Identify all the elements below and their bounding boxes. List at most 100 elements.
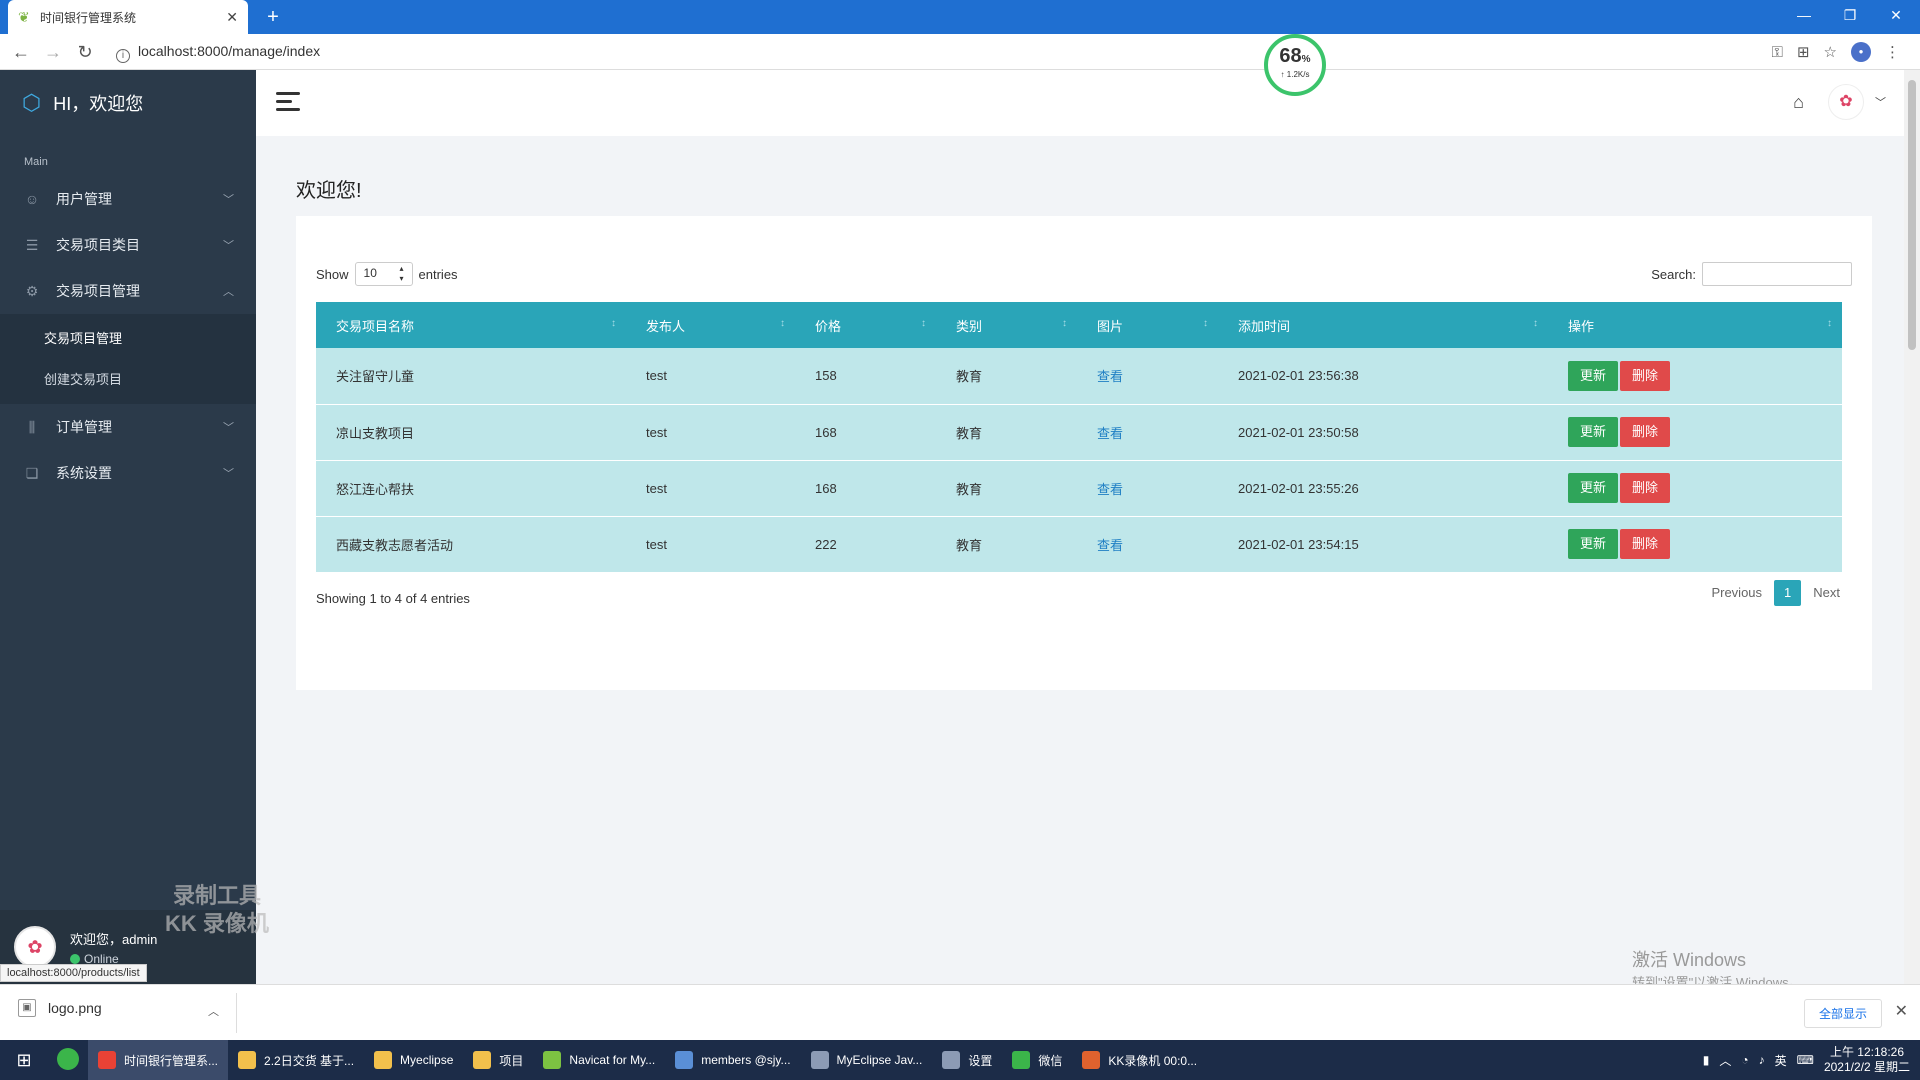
header-avatar[interactable]: ✿ [1828, 84, 1864, 120]
app-360-icon[interactable] [48, 1047, 88, 1073]
search-label: Search: [1651, 266, 1696, 282]
table-info: Showing 1 to 4 of 4 entries [316, 591, 470, 606]
avatar[interactable]: ✿ [14, 926, 56, 968]
ime-indicator[interactable]: 英 [1775, 1052, 1787, 1069]
meter-percent-sign: % [1301, 54, 1311, 65]
delete-button[interactable]: 删除 [1620, 529, 1671, 559]
chevron-down-icon: ﹀ [223, 240, 234, 252]
taskbar-app-myeclipse[interactable]: MyEclipse Jav... [801, 1040, 933, 1080]
leaf-icon: ❦ [18, 9, 30, 25]
key-icon[interactable]: ⚿ [1772, 44, 1783, 61]
cell-price: 168 [795, 404, 936, 461]
windows-start-icon[interactable]: ⊞ [0, 1050, 48, 1071]
profile-icon[interactable]: ● [1851, 42, 1871, 62]
clock[interactable]: 上午 12:18:26 2021/2/2 星期二 [1824, 1045, 1910, 1075]
back-icon[interactable]: ← [10, 41, 32, 63]
recorder-icon [1082, 1051, 1101, 1069]
submenu-item-manage-projects[interactable]: 交易项目管理 [0, 318, 256, 359]
sort-icon: ↕ [611, 318, 616, 329]
cell-name: 关注留守儿童 [316, 348, 626, 405]
close-tab-icon[interactable]: ✕ [226, 9, 238, 26]
network-icon[interactable]: ◔ [1741, 1053, 1748, 1067]
chevron-down-icon[interactable]: ﹀ [1875, 94, 1886, 110]
column-header[interactable]: 类别 ↕ [936, 302, 1077, 348]
update-button[interactable]: 更新 [1568, 417, 1619, 447]
update-button[interactable]: 更新 [1568, 529, 1619, 559]
column-header[interactable]: 交易项目名称 ↕ [316, 302, 626, 348]
chevron-up-icon[interactable]: ︿ [1719, 1052, 1731, 1069]
page-button-current[interactable]: 1 [1774, 580, 1802, 606]
downloads-bar: ▣ logo.png ︿ 全部显示 ✕ [0, 984, 1920, 1040]
status-bar-url: localhost:8000/products/list [0, 964, 147, 982]
update-button[interactable]: 更新 [1568, 473, 1619, 503]
taskbar-app-wechat[interactable]: 微信 [1002, 1040, 1072, 1080]
delete-button[interactable]: 删除 [1620, 473, 1671, 503]
submenu-item-create-project[interactable]: 创建交易项目 [0, 359, 256, 400]
search-input[interactable] [1702, 262, 1852, 286]
menu-toggle-icon[interactable] [276, 92, 300, 116]
view-image-link[interactable]: 查看 [1097, 482, 1123, 497]
view-image-link[interactable]: 查看 [1097, 538, 1123, 553]
taskbar-app-members[interactable]: members @sjy... [665, 1040, 800, 1080]
sidebar-item-projects[interactable]: ⚙ 交易项目管理 ︿ [0, 268, 256, 314]
wechat-icon [1012, 1051, 1031, 1069]
browser-titlebar: ❦ 时间银行管理系统 ✕ + — ❐ ✕ [0, 0, 1920, 34]
reload-icon[interactable]: ↻ [74, 41, 96, 63]
update-button[interactable]: 更新 [1568, 360, 1619, 391]
folder-icon [473, 1051, 492, 1069]
tab-title: 时间银行管理系统 [40, 10, 137, 25]
sidebar-item-categories[interactable]: ☰ 交易项目类目 ﹀ [0, 222, 256, 268]
page-scrollbar[interactable] [1904, 70, 1920, 984]
sidebar-item-orders[interactable]: ⫼ 订单管理 ﹀ [0, 404, 256, 450]
minimize-icon[interactable]: — [1782, 0, 1826, 34]
more-icon[interactable]: ⋮ [1885, 43, 1900, 61]
battery-icon[interactable]: ▮ [1703, 1053, 1710, 1067]
image-file-icon: ▣ [18, 999, 36, 1017]
view-image-link[interactable]: 查看 [1097, 426, 1123, 441]
next-page-button[interactable]: Next [1801, 580, 1852, 606]
taskbar-app-kk-recorder[interactable]: KK录像机 00:0... [1072, 1040, 1207, 1080]
activation-title: 激活 Windows [1632, 950, 1747, 970]
volume-icon[interactable]: ♪ [1759, 1053, 1765, 1067]
close-icon[interactable]: ✕ [1895, 1001, 1908, 1021]
chevron-up-icon[interactable]: ︿ [208, 1003, 219, 1019]
taskbar-app-folder[interactable]: Myeclipse [364, 1040, 463, 1080]
sidebar-item-users[interactable]: ☺ 用户管理 ﹀ [0, 176, 256, 222]
taskbar-app-navicat[interactable]: Navicat for My... [533, 1040, 665, 1080]
keyboard-icon[interactable]: ⌨ [1797, 1053, 1814, 1067]
delete-button[interactable]: 删除 [1620, 417, 1671, 447]
browser-tab[interactable]: ❦ 时间银行管理系统 ✕ [8, 0, 248, 34]
download-item[interactable]: ▣ logo.png [18, 999, 102, 1017]
table-card: Show 10 entries Search: 交易项目名称↕ 发布人↕ 价格↕… [296, 216, 1872, 690]
taskbar-app-chrome[interactable]: 时间银行管理系... [88, 1040, 229, 1080]
column-header[interactable]: 添加时间 ↕ [1218, 302, 1548, 348]
restore-icon[interactable]: ❐ [1828, 0, 1872, 34]
taskbar-app-settings[interactable]: 设置 [932, 1040, 1002, 1080]
page-size-select[interactable]: 10 [354, 262, 413, 286]
chevron-down-icon: ﹀ [223, 468, 234, 480]
view-image-link[interactable]: 查看 [1097, 369, 1123, 384]
translate-icon[interactable]: ⊞ [1797, 43, 1810, 61]
watermark-line2: KK 录像机 [165, 911, 269, 936]
star-icon[interactable]: ☆ [1824, 43, 1837, 61]
sidebar-item-settings[interactable]: ❏ 系统设置 ﹀ [0, 450, 256, 496]
previous-page-button[interactable]: Previous [1699, 580, 1774, 606]
column-header[interactable]: 发布人 ↕ [626, 302, 795, 348]
close-window-icon[interactable]: ✕ [1874, 0, 1918, 34]
column-header[interactable]: 操作 ↕ [1548, 302, 1842, 348]
brand[interactable]: ⬡ HI，欢迎您 [0, 70, 256, 136]
taskbar-app-folder[interactable]: 2.2日交货 基于... [228, 1040, 364, 1080]
info-icon[interactable]: i [116, 49, 130, 63]
show-all-button[interactable]: 全部显示 [1803, 999, 1882, 1028]
topbar: ⌂ ✿ ﹀ [256, 70, 1904, 136]
column-header[interactable]: 图片 ↕ [1077, 302, 1218, 348]
url-field[interactable]: i localhost:8000/manage/index [116, 43, 320, 63]
taskbar-app-folder[interactable]: 项目 [463, 1040, 533, 1080]
scrollbar-thumb[interactable] [1908, 80, 1916, 350]
forward-icon[interactable]: → [42, 41, 64, 63]
system-tray: ▮ ︿ ◔ ♪ 英 ⌨ 上午 12:18:26 2021/2/2 星期二 [1703, 1045, 1920, 1075]
home-icon[interactable]: ⌂ [1793, 92, 1804, 113]
delete-button[interactable]: 删除 [1620, 360, 1671, 391]
new-tab-button[interactable]: + [260, 4, 286, 30]
column-header[interactable]: 价格 ↕ [795, 302, 936, 348]
